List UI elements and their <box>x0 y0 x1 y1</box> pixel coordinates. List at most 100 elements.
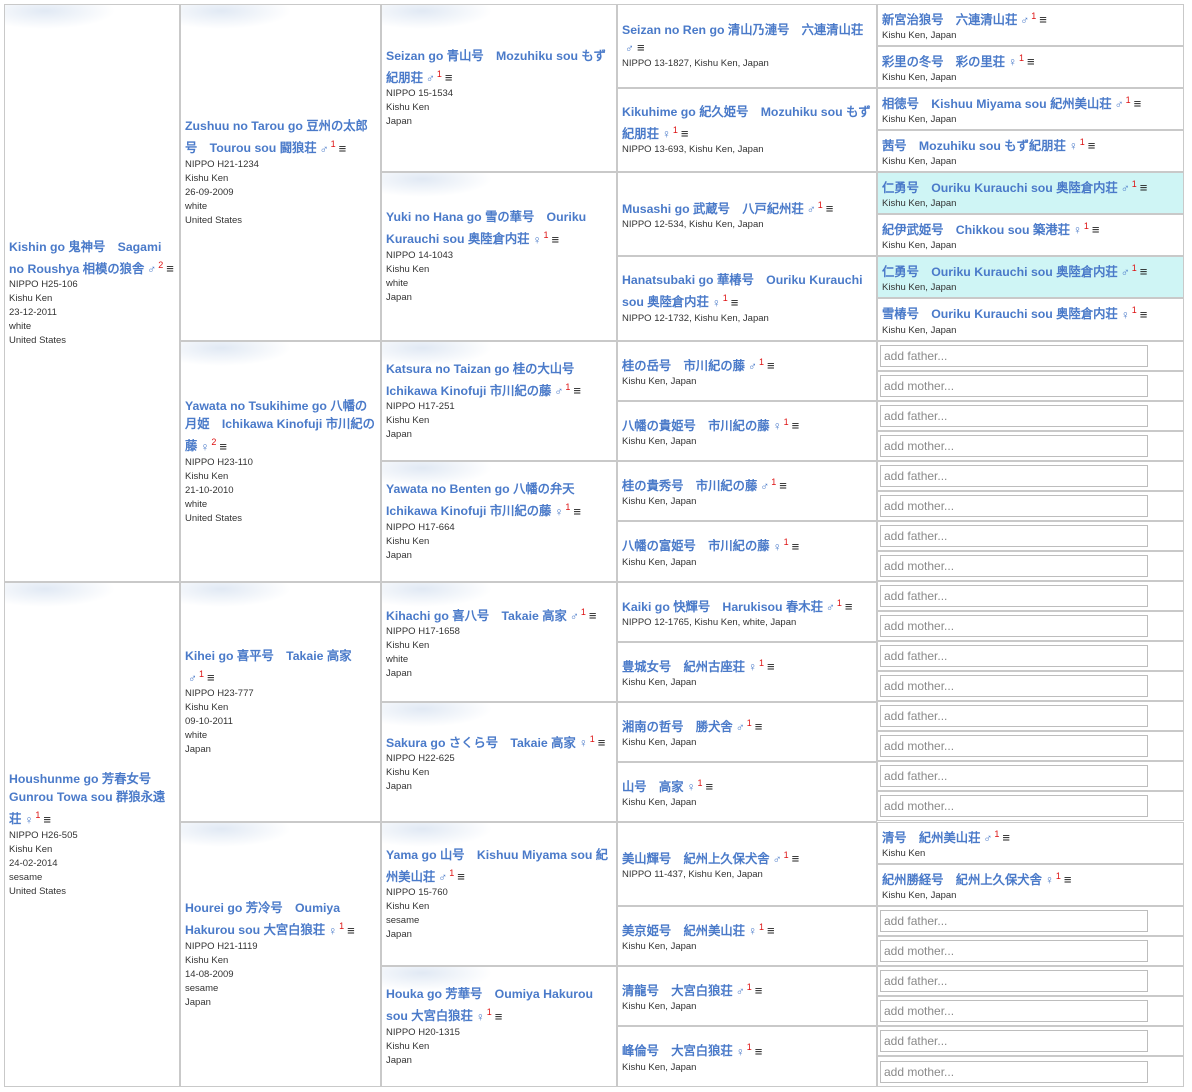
menu-icon[interactable]: ≡ <box>755 983 763 998</box>
add-mother-input[interactable] <box>880 1000 1148 1022</box>
offspring-count[interactable]: 2 <box>158 260 163 270</box>
offspring-count[interactable]: 1 <box>1132 263 1137 273</box>
menu-icon[interactable]: ≡ <box>681 126 689 141</box>
offspring-count[interactable]: 1 <box>199 669 204 679</box>
menu-icon[interactable]: ≡ <box>1140 307 1148 322</box>
add-father-input[interactable] <box>880 345 1148 367</box>
dog-name-link[interactable]: 湘南の哲号 勝犬舎 <box>622 720 733 734</box>
add-mother-input[interactable] <box>880 435 1148 457</box>
offspring-count[interactable]: 1 <box>759 357 764 367</box>
dog-name-link[interactable]: Kihei go 喜平号 Takaie 高家 <box>185 649 352 663</box>
offspring-count[interactable]: 1 <box>565 382 570 392</box>
menu-icon[interactable]: ≡ <box>731 295 739 310</box>
dog-name-link[interactable]: Yama go 山号 Kishuu Miyama sou 紀州美山荘 <box>386 848 608 884</box>
add-father-input[interactable] <box>880 525 1148 547</box>
dog-name-link[interactable]: 山号 高家 <box>622 780 684 794</box>
menu-icon[interactable]: ≡ <box>779 478 787 493</box>
add-mother-input[interactable] <box>880 495 1148 517</box>
add-father-input[interactable] <box>880 645 1148 667</box>
add-mother-input[interactable] <box>880 675 1148 697</box>
offspring-count[interactable]: 1 <box>759 922 764 932</box>
dog-name-link[interactable]: 仁勇号 Ouriku Kurauchi sou 奥陸倉内荘 <box>882 265 1118 279</box>
dog-name-link[interactable]: 清号 紀州美山荘 <box>882 831 980 845</box>
dog-name-link[interactable]: 紀伊武姫号 Chikkou sou 築港荘 <box>882 223 1070 237</box>
add-father-input[interactable] <box>880 1030 1148 1052</box>
offspring-count[interactable]: 1 <box>339 921 344 931</box>
add-mother-input[interactable] <box>880 735 1148 757</box>
offspring-count[interactable]: 1 <box>698 778 703 788</box>
menu-icon[interactable]: ≡ <box>767 923 775 938</box>
add-mother-input[interactable] <box>880 615 1148 637</box>
offspring-count[interactable]: 1 <box>449 868 454 878</box>
offspring-count[interactable]: 1 <box>543 230 548 240</box>
dog-name-link[interactable]: Kikuhime go 紀久姫号 Mozuhiku sou もず紀朋荘 <box>622 105 871 141</box>
dog-name-link[interactable]: 新宮治狼号 六連清山荘 <box>882 13 1017 27</box>
dog-name-link[interactable]: Hourei go 芳冷号 Oumiya Hakurou sou 大宮白狼荘 <box>185 901 340 937</box>
dog-name-link[interactable]: Kaiki go 快輝号 Harukisou 春木荘 <box>622 600 823 614</box>
add-father-input[interactable] <box>880 970 1148 992</box>
offspring-count[interactable]: 1 <box>759 658 764 668</box>
dog-name-link[interactable]: 八幡の貴姫号 市川紀の藤 <box>622 419 770 433</box>
offspring-count[interactable]: 1 <box>818 200 823 210</box>
offspring-count[interactable]: 1 <box>1126 95 1131 105</box>
menu-icon[interactable]: ≡ <box>1027 54 1035 69</box>
menu-icon[interactable]: ≡ <box>43 812 51 827</box>
dog-name-link[interactable]: 八幡の富姫号 市川紀の藤 <box>622 540 770 554</box>
menu-icon[interactable]: ≡ <box>792 851 800 866</box>
offspring-count[interactable]: 1 <box>1080 137 1085 147</box>
offspring-count[interactable]: 1 <box>590 734 595 744</box>
dog-name-link[interactable]: 仁勇号 Ouriku Kurauchi sou 奥陸倉内荘 <box>882 181 1118 195</box>
dog-name-link[interactable]: 峰倫号 大宮白狼荘 <box>622 1045 733 1059</box>
dog-name-link[interactable]: Kihachi go 喜八号 Takaie 高家 <box>386 609 567 623</box>
offspring-count[interactable]: 1 <box>35 810 40 820</box>
menu-icon[interactable]: ≡ <box>589 608 597 623</box>
menu-icon[interactable]: ≡ <box>1088 138 1096 153</box>
menu-icon[interactable]: ≡ <box>207 670 215 685</box>
offspring-count[interactable]: 1 <box>784 537 789 547</box>
menu-icon[interactable]: ≡ <box>637 40 645 55</box>
offspring-count[interactable]: 1 <box>784 417 789 427</box>
offspring-count[interactable]: 1 <box>747 982 752 992</box>
menu-icon[interactable]: ≡ <box>755 1044 763 1059</box>
offspring-count[interactable]: 1 <box>331 139 336 149</box>
menu-icon[interactable]: ≡ <box>706 779 714 794</box>
menu-icon[interactable]: ≡ <box>347 923 355 938</box>
offspring-count[interactable]: 1 <box>771 477 776 487</box>
dog-name-link[interactable]: 桂の岳号 市川紀の藤 <box>622 359 745 373</box>
dog-name-link[interactable]: 豊城女号 紀州古座荘 <box>622 660 745 674</box>
menu-icon[interactable]: ≡ <box>573 383 581 398</box>
dog-name-link[interactable]: 清龍号 大宮白狼荘 <box>622 984 733 998</box>
menu-icon[interactable]: ≡ <box>166 261 174 276</box>
menu-icon[interactable]: ≡ <box>457 869 465 884</box>
menu-icon[interactable]: ≡ <box>1092 222 1100 237</box>
offspring-count[interactable]: 1 <box>1132 305 1137 315</box>
offspring-count[interactable]: 1 <box>747 718 752 728</box>
menu-icon[interactable]: ≡ <box>826 201 834 216</box>
menu-icon[interactable]: ≡ <box>1064 872 1072 887</box>
dog-name-link[interactable]: Kishin go 鬼神号 Sagami no Roushya 相模の狼舎 <box>9 240 161 276</box>
dog-name-link[interactable]: 紀州勝経号 紀州上久保犬舎 <box>882 873 1042 887</box>
menu-icon[interactable]: ≡ <box>792 539 800 554</box>
menu-icon[interactable]: ≡ <box>1140 180 1148 195</box>
add-mother-input[interactable] <box>880 795 1148 817</box>
dog-name-link[interactable]: Musashi go 武蔵号 八戸紀州荘 <box>622 202 804 216</box>
add-father-input[interactable] <box>880 405 1148 427</box>
menu-icon[interactable]: ≡ <box>445 70 453 85</box>
offspring-count[interactable]: 1 <box>1084 221 1089 231</box>
offspring-count[interactable]: 1 <box>437 69 442 79</box>
menu-icon[interactable]: ≡ <box>1039 12 1047 27</box>
add-mother-input[interactable] <box>880 375 1148 397</box>
menu-icon[interactable]: ≡ <box>598 735 606 750</box>
menu-icon[interactable]: ≡ <box>845 599 853 614</box>
menu-icon[interactable]: ≡ <box>219 439 227 454</box>
offspring-count[interactable]: 1 <box>1019 53 1024 63</box>
dog-name-link[interactable]: 茜号 Mozuhiku sou もず紀朋荘 <box>882 139 1066 153</box>
offspring-count[interactable]: 1 <box>1056 871 1061 881</box>
dog-name-link[interactable]: Houka go 芳華号 Oumiya Hakurou sou 大宮白狼荘 <box>386 987 593 1023</box>
dog-name-link[interactable]: 美京姫号 紀州美山荘 <box>622 924 745 938</box>
dog-name-link[interactable]: Seizan go 青山号 Mozuhiku sou もず紀朋荘 <box>386 49 606 85</box>
menu-icon[interactable]: ≡ <box>339 141 347 156</box>
offspring-count[interactable]: 1 <box>581 607 586 617</box>
dog-name-link[interactable]: Sakura go さくら号 Takaie 高家 <box>386 736 576 750</box>
add-mother-input[interactable] <box>880 555 1148 577</box>
